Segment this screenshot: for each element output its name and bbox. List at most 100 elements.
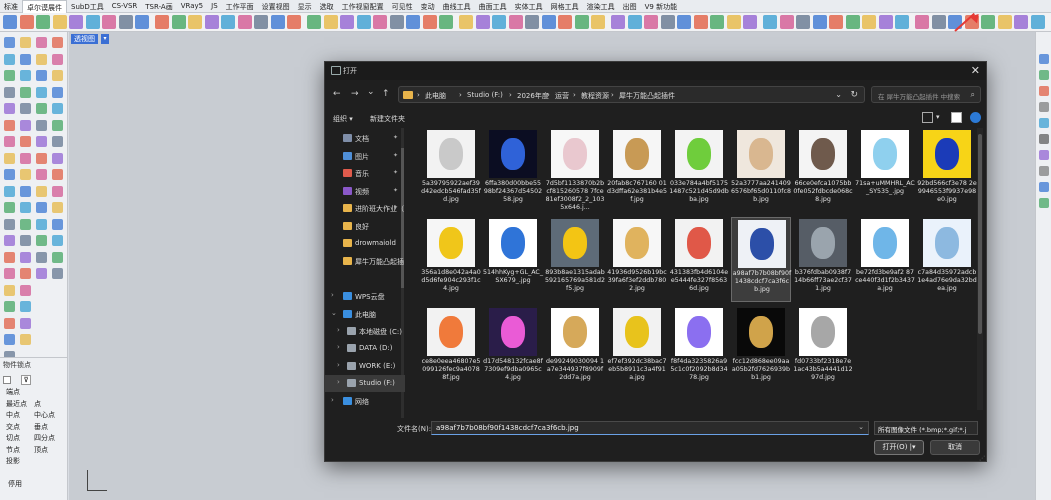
toolbar-tool-icon[interactable] bbox=[796, 15, 810, 29]
breadcrumb-separator[interactable]: › bbox=[459, 91, 462, 99]
toolbar-tool-icon[interactable] bbox=[829, 15, 843, 29]
ribbon-tab[interactable]: 可见性 bbox=[388, 0, 417, 13]
palette-tool-icon[interactable] bbox=[52, 119, 63, 131]
palette-tool-icon[interactable] bbox=[20, 53, 31, 65]
refresh-button[interactable]: ↻ bbox=[850, 90, 858, 100]
palette-tool-icon[interactable] bbox=[4, 301, 15, 312]
palette-tool-icon[interactable] bbox=[52, 202, 63, 213]
palette-tool-icon[interactable] bbox=[36, 53, 47, 65]
back-button[interactable]: ← bbox=[333, 89, 341, 99]
pin-icon[interactable]: ✦ bbox=[393, 187, 398, 194]
nav-item[interactable]: ⌄ 此电脑 bbox=[325, 306, 405, 323]
file-item[interactable]: 893b8ae1315adab592165769a581d2f5.jpg bbox=[545, 217, 605, 302]
open-button[interactable]: 打开(O) |▾ bbox=[874, 440, 924, 455]
viewport-menu-caret[interactable]: ▾ bbox=[101, 34, 109, 44]
toolbar-tool-icon[interactable] bbox=[644, 15, 658, 29]
palette-tool-icon[interactable] bbox=[4, 86, 15, 98]
osnap-option[interactable]: 点 bbox=[34, 399, 41, 409]
viewport-label[interactable]: 透视图 bbox=[71, 34, 98, 44]
expand-chevron-icon[interactable]: › bbox=[337, 326, 340, 334]
nav-item[interactable]: 音乐 ✦ bbox=[325, 165, 405, 182]
toolbar-tool-icon[interactable] bbox=[591, 15, 605, 29]
osnap-option[interactable]: 投影 bbox=[6, 456, 20, 466]
palette-tool-icon[interactable] bbox=[20, 152, 31, 164]
palette-tool-icon[interactable] bbox=[36, 218, 47, 230]
toolbar-tool-icon[interactable] bbox=[627, 15, 642, 29]
file-item[interactable]: 033e784a4bf51751487c521d45d9dbba.jpg bbox=[669, 128, 729, 213]
nav-item[interactable]: › 网络 bbox=[325, 393, 405, 410]
file-item[interactable]: 5a39795922aef39d42edcb546fad35fd.jpg bbox=[421, 128, 481, 213]
file-item[interactable]: be72fd3be9af2 87ce440f3d1f2b3437a.jpg bbox=[855, 217, 915, 302]
palette-tool-icon[interactable] bbox=[20, 284, 31, 296]
palette-tool-icon[interactable] bbox=[20, 202, 31, 213]
palette-tool-icon[interactable] bbox=[36, 70, 47, 81]
toolbar-tool-icon[interactable] bbox=[997, 15, 1012, 29]
toolbar-tool-icon[interactable] bbox=[574, 15, 589, 29]
toolbar-tool-icon[interactable] bbox=[155, 15, 169, 29]
palette-tool-icon[interactable] bbox=[52, 185, 63, 197]
palette-tool-icon[interactable] bbox=[4, 136, 15, 147]
palette-tool-icon[interactable] bbox=[20, 37, 31, 48]
palette-tool-icon[interactable] bbox=[52, 103, 63, 114]
toolbar-tool-icon[interactable] bbox=[812, 15, 827, 29]
palette-tool-icon[interactable] bbox=[20, 334, 31, 345]
file-item[interactable]: 514hhKyg+GL_AC_SX679_.jpg bbox=[483, 217, 543, 302]
panel-icon[interactable] bbox=[1039, 54, 1049, 64]
toolbar-tool-icon[interactable] bbox=[1030, 15, 1045, 29]
breadcrumb-item[interactable]: 2026年度 bbox=[517, 91, 549, 101]
palette-tool-icon[interactable] bbox=[4, 169, 15, 180]
filter-icon[interactable]: ⊽ bbox=[21, 375, 31, 385]
palette-tool-icon[interactable] bbox=[4, 185, 15, 197]
nav-item[interactable]: › Studio (F:) bbox=[325, 375, 405, 392]
palette-tool-icon[interactable] bbox=[20, 103, 31, 114]
toolbar-tool-icon[interactable] bbox=[693, 15, 708, 29]
file-item[interactable]: 71sa+uMMHRL_AC_SY535_.jpg bbox=[855, 128, 915, 213]
osnap-option[interactable]: 顶点 bbox=[34, 445, 48, 455]
toolbar-tool-icon[interactable] bbox=[981, 15, 995, 29]
ribbon-tab[interactable]: V9 新功能 bbox=[641, 0, 681, 13]
palette-tool-icon[interactable] bbox=[52, 70, 63, 81]
breadcrumb-separator[interactable]: › bbox=[573, 91, 576, 99]
ribbon-tab[interactable]: JS bbox=[207, 0, 222, 13]
toolbar-tool-icon[interactable] bbox=[3, 15, 17, 29]
nav-item[interactable]: drowmaiold bbox=[325, 235, 405, 252]
palette-tool-icon[interactable] bbox=[20, 235, 31, 246]
toolbar-tool-icon[interactable] bbox=[677, 15, 691, 29]
palette-tool-icon[interactable] bbox=[52, 251, 63, 263]
breadcrumb-separator[interactable]: › bbox=[509, 91, 512, 99]
file-item[interactable]: fd0733bf2318e7e1ac43b5a4441d1297d.jpg bbox=[793, 306, 853, 391]
cancel-button[interactable]: 取消 bbox=[930, 440, 980, 455]
palette-tool-icon[interactable] bbox=[52, 235, 63, 246]
panel-icon[interactable] bbox=[1039, 102, 1049, 112]
palette-tool-icon[interactable] bbox=[20, 301, 31, 312]
palette-tool-icon[interactable] bbox=[36, 136, 47, 147]
toolbar-tool-icon[interactable] bbox=[307, 15, 321, 29]
ribbon-tab[interactable]: 渲染工具 bbox=[583, 0, 619, 13]
nav-item[interactable]: 良好 bbox=[325, 218, 405, 235]
address-dropdown[interactable]: ⌄ bbox=[835, 90, 842, 99]
nav-item[interactable]: 视频 ✦ bbox=[325, 183, 405, 200]
file-item[interactable]: de99249030094 1a7e344937f8909f2dd7a.jpg bbox=[545, 306, 605, 391]
toolbar-tool-icon[interactable] bbox=[237, 15, 252, 29]
toolbar-tool-icon[interactable] bbox=[763, 15, 777, 29]
ribbon-tab[interactable]: 出图 bbox=[619, 0, 641, 13]
toolbar-tool-icon[interactable] bbox=[171, 15, 186, 29]
osnap-option[interactable]: 端点 bbox=[6, 387, 20, 397]
filename-input[interactable]: a98af7b7b08bf90f1438cdcf7ca3f6cb.jpg ⌄ bbox=[431, 421, 869, 435]
palette-tool-icon[interactable] bbox=[4, 218, 15, 230]
toolbar-tool-icon[interactable] bbox=[52, 15, 67, 29]
open-button-dropdown[interactable]: |▾ bbox=[910, 443, 916, 451]
palette-tool-icon[interactable] bbox=[4, 235, 15, 246]
pin-icon[interactable]: ✦ bbox=[393, 134, 398, 141]
toolbar-tool-icon[interactable] bbox=[743, 15, 757, 29]
toolbar-tool-icon[interactable] bbox=[439, 15, 453, 29]
nav-item[interactable]: 图片 ✦ bbox=[325, 148, 405, 165]
palette-tool-icon[interactable] bbox=[52, 218, 63, 230]
toolbar-tool-icon[interactable] bbox=[287, 15, 301, 29]
pin-icon[interactable]: ✦ bbox=[393, 204, 398, 211]
breadcrumb-separator[interactable]: › bbox=[611, 91, 614, 99]
grid-scrollbar-thumb[interactable] bbox=[978, 134, 982, 334]
palette-tool-icon[interactable] bbox=[4, 334, 15, 345]
palette-tool-icon[interactable] bbox=[20, 218, 31, 230]
toolbar-tool-icon[interactable] bbox=[558, 15, 572, 29]
